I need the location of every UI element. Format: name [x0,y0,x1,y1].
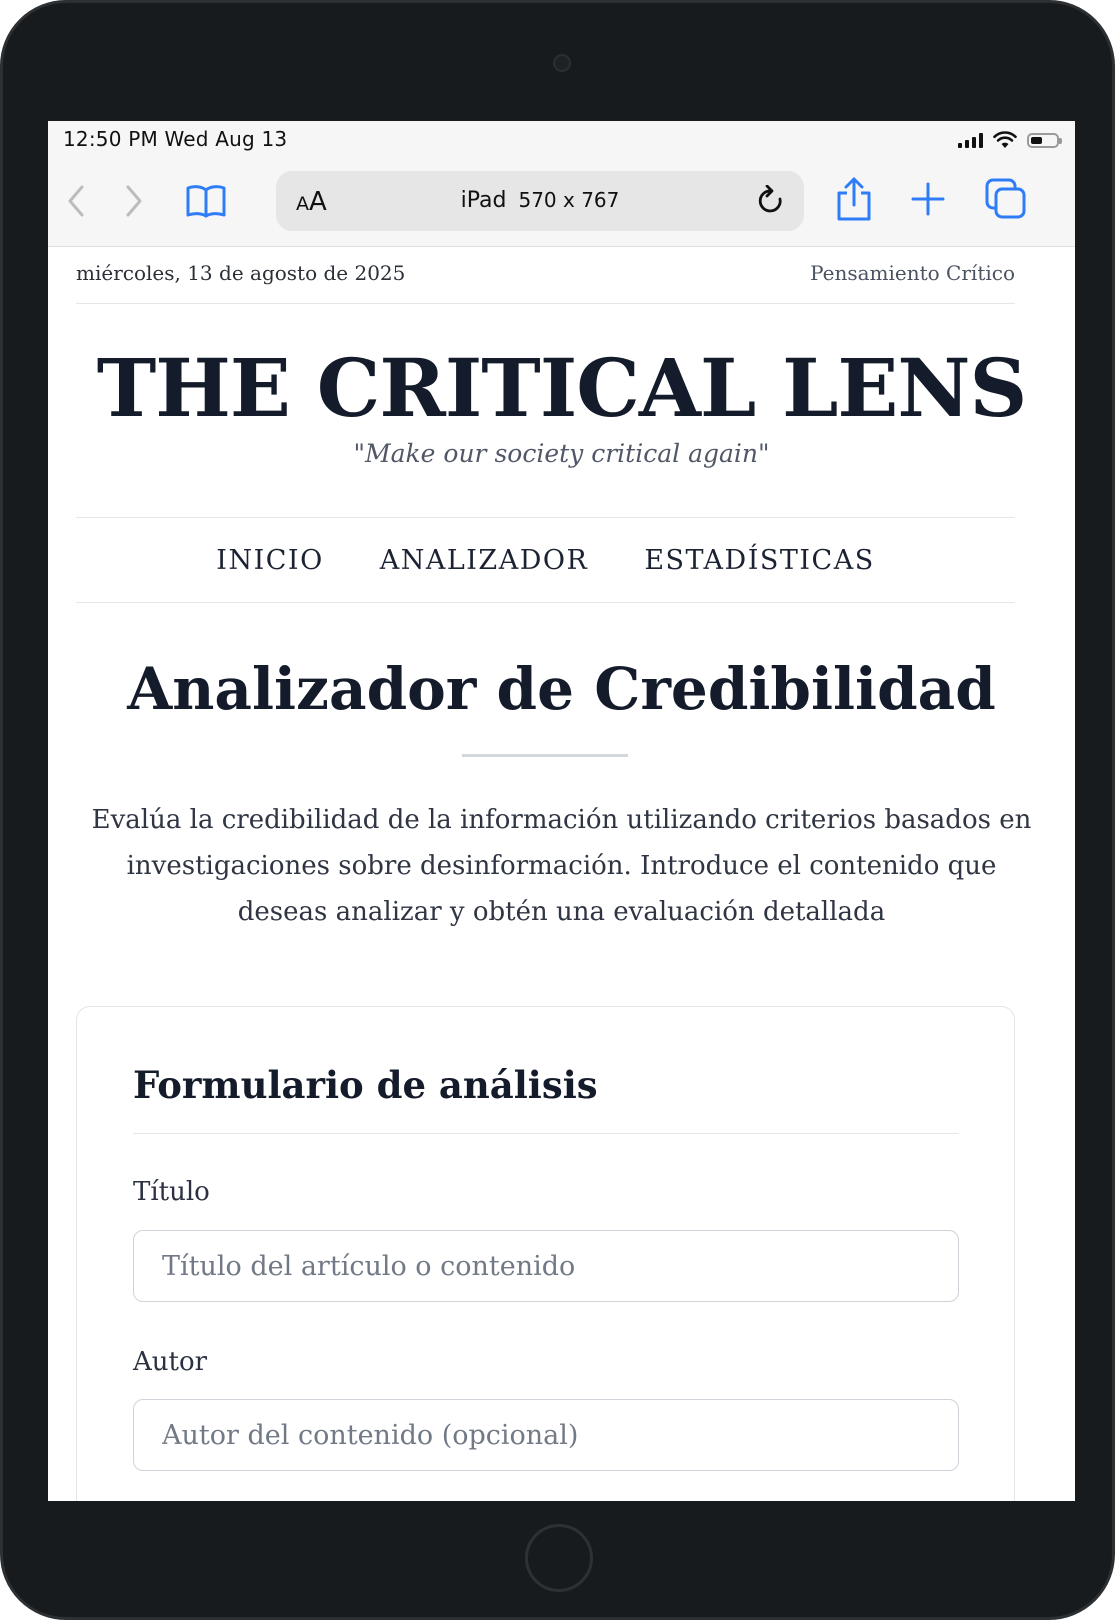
author-input[interactable] [133,1399,959,1471]
nav-inicio[interactable]: INICIO [216,545,323,576]
back-icon[interactable] [62,181,90,221]
title-input[interactable] [133,1230,959,1302]
tabs-overview-icon[interactable] [984,177,1028,221]
title-divider [462,754,628,757]
ipad-frame: 12:50 PM Wed Aug 13 AA iPad 570 x 767 mi… [0,0,1115,1620]
section-label: Pensamiento Crítico [810,261,1015,285]
status-icons [958,131,1062,149]
date-bar: miércoles, 13 de agosto de 2025 Pensamie… [76,247,1015,304]
status-time: 12:50 PM Wed Aug 13 [63,127,288,151]
reload-icon[interactable] [756,184,786,221]
address-text: iPad 570 x 767 [276,188,804,213]
wifi-icon [993,131,1017,148]
browser-toolbar: AA iPad 570 x 767 [48,161,1075,247]
forward-icon[interactable] [120,181,148,221]
address-dims: 570 x 767 [518,188,620,212]
share-icon[interactable] [834,173,874,225]
nav-analizador[interactable]: ANALIZADOR [380,545,589,576]
new-tab-icon[interactable] [908,179,948,219]
form-heading: Formulario de análisis [133,1063,598,1107]
home-button[interactable] [525,1524,593,1592]
camera [553,54,571,72]
main-nav: INICIO ANALIZADOR ESTADÍSTICAS [76,517,1015,603]
current-date: miércoles, 13 de agosto de 2025 [76,261,406,285]
nav-estadisticas[interactable]: ESTADÍSTICAS [644,545,874,576]
cellular-signal-icon [958,132,983,148]
title-label: Título [133,1177,210,1207]
status-bar: 12:50 PM Wed Aug 13 [48,121,1075,161]
battery-icon [1027,132,1062,148]
bookmarks-icon[interactable] [184,179,228,223]
intro-text: Evalúa la credibilidad de la información… [91,805,1032,927]
page-title: Analizador de Credibilidad [127,655,996,723]
analysis-form-card: Formulario de análisis Título Autor [76,1006,1015,1501]
form-divider [133,1133,959,1134]
address-bar[interactable]: AA iPad 570 x 767 [276,171,804,231]
author-label: Autor [133,1347,208,1377]
screen: 12:50 PM Wed Aug 13 AA iPad 570 x 767 mi… [48,121,1075,1501]
site-masthead[interactable]: THE CRITICAL LENS [48,341,1075,435]
address-device: iPad [460,188,507,213]
site-tagline: "Make our society critical again" [353,439,770,468]
